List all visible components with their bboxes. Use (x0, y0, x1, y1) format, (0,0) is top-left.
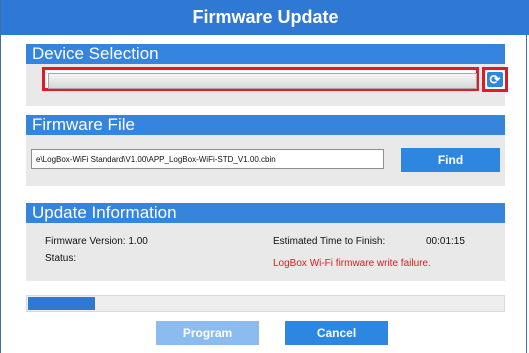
firmware-update-window: Firmware Update Device Selection ⟳ Firmw… (0, 0, 529, 353)
estimated-time-value: 00:01:15 (426, 236, 465, 247)
estimated-time-label: Estimated Time to Finish: (273, 236, 386, 247)
firmware-file-heading: Firmware File (26, 115, 505, 135)
device-select[interactable] (42, 67, 479, 91)
progress-bar (26, 295, 505, 312)
update-information-heading: Update Information (26, 203, 505, 223)
program-button[interactable]: Program (156, 321, 259, 345)
status-message: LogBox Wi-Fi firmware write failure. (273, 258, 431, 269)
update-information-panel: Update Information Firmware Version: 1.0… (26, 203, 505, 281)
status-label: Status: (45, 253, 77, 264)
firmware-path-input[interactable]: e\LogBox-WiFi Standard\V1.00\APP_LogBox-… (31, 149, 384, 169)
device-selection-panel: Device Selection ⟳ (26, 44, 508, 106)
progress-fill (28, 297, 95, 310)
device-select-value[interactable] (48, 73, 477, 89)
device-selection-heading: Device Selection (26, 44, 505, 64)
firmware-version-text: Firmware Version: 1.00 (45, 236, 148, 247)
refresh-icon[interactable]: ⟳ (487, 72, 503, 87)
cancel-button[interactable]: Cancel (285, 321, 388, 345)
firmware-file-panel: Firmware File e\LogBox-WiFi Standard\V1.… (26, 115, 505, 186)
window-title: Firmware Update (1, 0, 529, 35)
device-select-container (42, 67, 491, 91)
find-button[interactable]: Find (401, 148, 500, 172)
refresh-button[interactable]: ⟳ (482, 67, 508, 92)
